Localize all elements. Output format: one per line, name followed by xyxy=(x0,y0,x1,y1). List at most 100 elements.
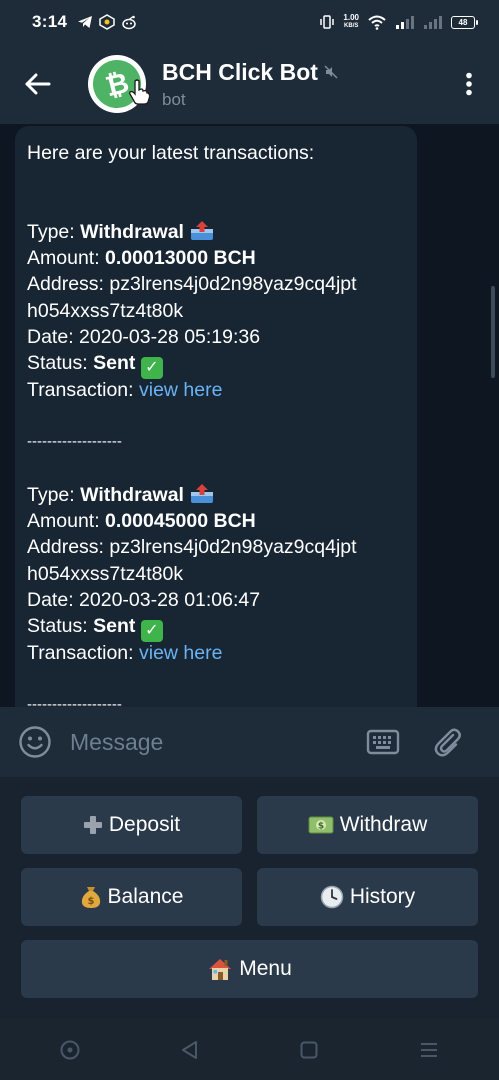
system-nav-bar xyxy=(0,1019,499,1080)
withdraw-button[interactable]: $ Withdraw xyxy=(257,796,478,854)
date-label: Date: xyxy=(27,326,80,349)
more-vertical-icon xyxy=(466,72,472,96)
voice-message-button[interactable] xyxy=(494,725,499,759)
transaction-address: Address: pz3lrens4j0d2n98yaz9cq4jpt xyxy=(27,271,405,297)
square-home-icon xyxy=(300,1041,318,1058)
back-button[interactable] xyxy=(0,44,76,124)
status-time: 3:14 xyxy=(32,12,68,31)
battery-indicator: 48 xyxy=(451,15,478,29)
bot-keyboard-button[interactable] xyxy=(366,725,400,759)
deposit-label: Deposit xyxy=(108,813,181,836)
bot-status: bot xyxy=(162,89,186,109)
house-icon xyxy=(207,957,233,981)
message-bubble: Here are your latest transactions: Type:… xyxy=(15,126,417,707)
balance-label: Balance xyxy=(107,885,184,908)
message-input[interactable] xyxy=(70,728,366,756)
circle-dot-icon xyxy=(60,1040,80,1059)
amount-label: Amount: xyxy=(27,247,106,270)
money-bag-icon: $ xyxy=(80,885,102,909)
back-nav-button[interactable] xyxy=(175,1035,205,1065)
transaction-status: Status: Sent ✓ xyxy=(27,350,405,380)
transaction-status: Status: Sent ✓ xyxy=(27,613,405,643)
transaction-amount: Amount: 0.00045000 BCH xyxy=(27,508,405,534)
svg-text:$: $ xyxy=(318,822,324,832)
status-bar: 3:14 1.00 KB/S 48 xyxy=(0,0,499,44)
amount-label: Amount: xyxy=(27,510,106,533)
history-button[interactable]: History xyxy=(257,868,478,926)
bot-name: BCH Click Bot xyxy=(162,58,318,85)
date-value: 2020-03-28 05:19:36 xyxy=(79,326,261,349)
menu-lines-icon xyxy=(421,1042,438,1057)
plus-icon xyxy=(83,815,103,835)
status-value: Sent xyxy=(93,352,136,375)
bot-keyboard: Deposit $ Withdraw $ Balance History Men… xyxy=(0,777,499,1019)
address-label: Address: xyxy=(27,536,110,559)
menu-label: Menu xyxy=(239,957,292,980)
vibrate-icon xyxy=(319,14,335,30)
notification-icons xyxy=(77,14,137,30)
type-value: Withdrawal xyxy=(80,220,184,243)
transaction-address-cont: h054xxss7tz4t80k xyxy=(27,562,184,585)
status-value: Sent xyxy=(93,615,136,638)
address-value-line1: pz3lrens4j0d2n98yaz9cq4jpt xyxy=(109,273,357,296)
transaction-address: Address: pz3lrens4j0d2n98yaz9cq4jpt xyxy=(27,534,405,560)
date-label: Date: xyxy=(27,589,80,612)
telegram-notification-icon xyxy=(77,14,93,30)
chat-header: ₿ BCH Click Bot bot xyxy=(0,44,499,124)
svg-text:$: $ xyxy=(87,896,94,907)
amount-value: 0.00013000 BCH xyxy=(105,247,256,270)
reddit-notification-icon xyxy=(121,14,137,30)
transaction-amount: Amount: 0.00013000 BCH xyxy=(27,245,405,271)
transaction-link-row: Transaction: view here xyxy=(27,377,405,403)
system-indicators: 1.00 KB/S 48 xyxy=(319,14,478,30)
amount-value: 0.00045000 BCH xyxy=(105,510,256,533)
type-label: Type: xyxy=(27,220,81,243)
transaction-address-cont: h054xxss7tz4t80k xyxy=(27,299,184,322)
home-nav-button[interactable] xyxy=(294,1035,324,1065)
transaction-date: Date: 2020-03-28 01:06:47 xyxy=(27,587,405,613)
more-options-button[interactable] xyxy=(439,44,499,124)
chat-area[interactable]: Here are your latest transactions: Type:… xyxy=(0,124,499,707)
transaction-type: Type: Withdrawal xyxy=(27,482,405,508)
network-speed-value: 1.00 xyxy=(343,13,359,22)
balance-button[interactable]: $ Balance xyxy=(21,868,242,926)
assistant-nav-button[interactable] xyxy=(55,1035,85,1065)
network-speed-unit: KB/S xyxy=(344,23,359,29)
smiley-icon xyxy=(19,726,51,758)
view-transaction-link[interactable]: view here xyxy=(139,379,222,401)
emoji-button[interactable] xyxy=(18,725,52,759)
clock-icon xyxy=(320,885,344,909)
network-speed: 1.00 KB/S xyxy=(343,14,359,30)
chat-scrollbar[interactable] xyxy=(491,286,495,378)
message-input-bar xyxy=(0,707,499,777)
pointing-hand-icon xyxy=(128,79,151,111)
chat-title-block[interactable]: BCH Click Bot bot xyxy=(162,59,338,110)
transaction-link-row: Transaction: view here xyxy=(27,640,405,666)
app-notification-icon xyxy=(99,14,115,30)
transaction-date: Date: 2020-03-28 05:19:36 xyxy=(27,324,405,350)
attach-button[interactable] xyxy=(430,725,464,759)
separator: ------------------- xyxy=(27,696,122,707)
address-value-line1: pz3lrens4j0d2n98yaz9cq4jpt xyxy=(109,536,357,559)
bot-avatar[interactable]: ₿ xyxy=(87,54,151,114)
signal-icon-2 xyxy=(423,14,443,30)
menu-button[interactable]: Menu xyxy=(21,940,478,998)
signal-icon-1 xyxy=(395,14,415,30)
transaction-label: Transaction: xyxy=(27,641,139,664)
view-transaction-link[interactable]: view here xyxy=(139,642,222,664)
back-arrow-icon xyxy=(25,73,51,95)
type-label: Type: xyxy=(27,483,81,506)
type-value: Withdrawal xyxy=(80,483,184,506)
triangle-back-icon xyxy=(181,1040,197,1059)
message-intro: Here are your latest transactions: xyxy=(27,142,315,164)
transaction-label: Transaction: xyxy=(27,378,139,401)
transaction-type: Type: Withdrawal xyxy=(27,219,405,245)
deposit-button[interactable]: Deposit xyxy=(21,796,242,854)
history-label: History xyxy=(349,885,416,908)
outbox-tray-icon xyxy=(189,482,215,504)
status-label: Status: xyxy=(27,352,94,375)
keyboard-icon xyxy=(366,729,400,755)
recents-nav-button[interactable] xyxy=(414,1035,444,1065)
paperclip-icon xyxy=(434,728,461,757)
withdraw-label: Withdraw xyxy=(339,813,428,836)
